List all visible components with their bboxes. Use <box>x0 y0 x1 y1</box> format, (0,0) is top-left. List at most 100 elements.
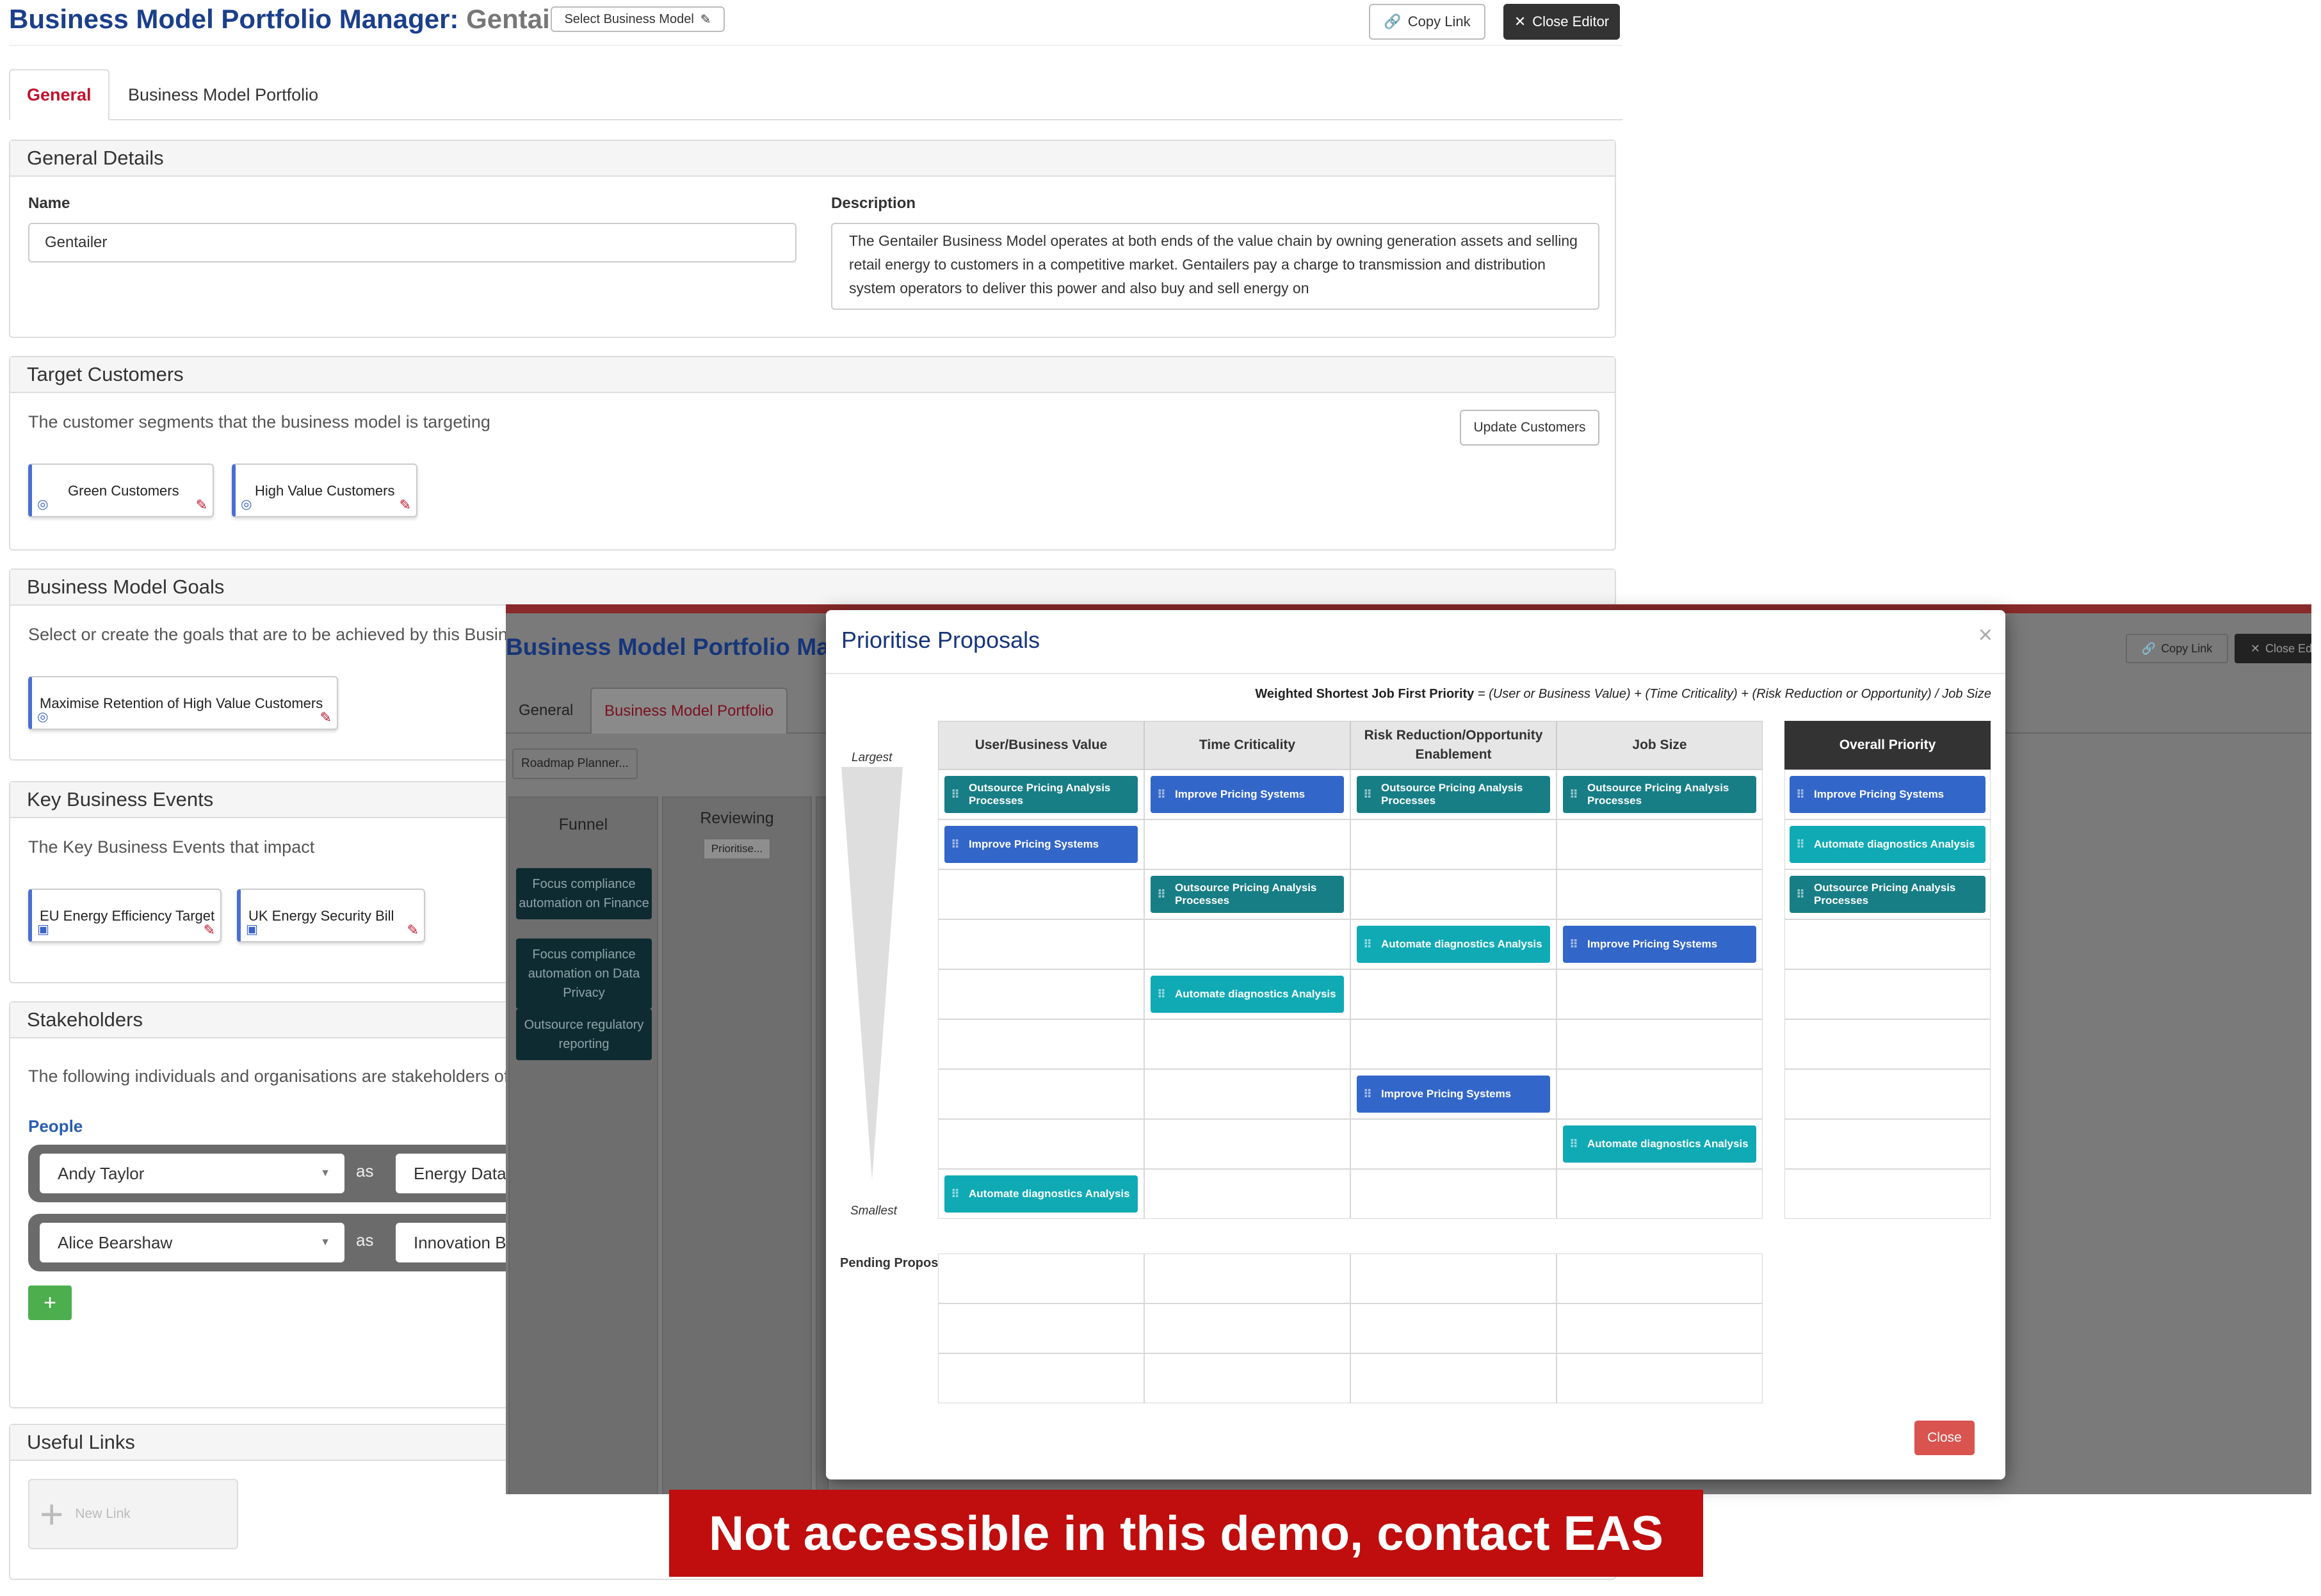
grid-cell[interactable] <box>1350 1119 1557 1169</box>
grid-cell[interactable] <box>1144 919 1350 969</box>
people-label: People <box>28 1116 83 1136</box>
grid-cell[interactable] <box>1144 1069 1350 1119</box>
proposal-card[interactable]: ⠿ Automate diagnostics Analysis <box>1790 826 1985 863</box>
pending-cell[interactable] <box>938 1253 1144 1303</box>
proposal-card[interactable]: ⠿ Outsource Pricing Analysis Processes <box>1151 876 1344 913</box>
drag-handle-icon[interactable]: ⠿ <box>1569 1138 1578 1150</box>
drag-handle-icon[interactable]: ⠿ <box>1796 788 1805 801</box>
grid-cell[interactable] <box>938 969 1144 1019</box>
grid-cell[interactable] <box>938 1019 1144 1069</box>
prioritise-button[interactable]: Prioritise... <box>704 839 770 859</box>
proposal-card[interactable]: ⠿ Outsource Pricing Analysis Processes <box>1357 776 1550 813</box>
new-link-button[interactable]: + New Link <box>28 1479 238 1549</box>
grid-cell[interactable] <box>1144 1119 1350 1169</box>
grid-cell[interactable] <box>938 1119 1144 1169</box>
grid-cell[interactable] <box>1350 969 1557 1019</box>
drag-handle-icon[interactable]: ⠿ <box>1157 988 1166 1001</box>
proposal-card[interactable]: ⠿ Improve Pricing Systems <box>1563 926 1756 963</box>
pending-cell[interactable] <box>938 1303 1144 1353</box>
edit-icon[interactable]: ✎ <box>400 497 411 513</box>
edit-icon[interactable]: ✎ <box>320 709 332 726</box>
goal-chip[interactable]: Maximise Retention of High Value Custome… <box>28 676 338 730</box>
proposal-card[interactable]: ⠿ Automate diagnostics Analysis <box>1151 976 1344 1013</box>
person-select[interactable]: Alice Bearshaw ▼ <box>40 1223 344 1262</box>
pending-cell[interactable] <box>1350 1353 1557 1403</box>
overlay-copy-link-button[interactable]: 🔗 Copy Link <box>2126 634 2228 663</box>
grid-cell[interactable] <box>938 1069 1144 1119</box>
drag-handle-icon[interactable]: ⠿ <box>1569 788 1578 801</box>
proposal-card[interactable]: ⠿ Automate diagnostics Analysis <box>1563 1125 1756 1163</box>
proposal-card[interactable]: ⠿ Improve Pricing Systems <box>1790 776 1985 813</box>
grid-cell[interactable] <box>1557 819 1763 869</box>
pending-cell[interactable] <box>1557 1353 1763 1403</box>
edit-icon[interactable]: ✎ <box>407 922 419 939</box>
drag-handle-icon[interactable]: ⠿ <box>951 838 960 851</box>
grid-cell[interactable] <box>1144 1019 1350 1069</box>
drag-handle-icon[interactable]: ⠿ <box>1157 788 1166 801</box>
pending-cell[interactable] <box>1144 1353 1350 1403</box>
customer-chip[interactable]: High Value Customers ◎ ✎ <box>232 463 417 517</box>
grid-cell[interactable] <box>1350 1169 1557 1219</box>
pending-cell[interactable] <box>1144 1253 1350 1303</box>
drag-handle-icon[interactable]: ⠿ <box>951 788 960 801</box>
grid-cell[interactable] <box>1557 969 1763 1019</box>
close-icon[interactable]: × <box>1978 622 1993 649</box>
proposal-card[interactable]: ⠿ Improve Pricing Systems <box>944 826 1138 863</box>
pending-cell[interactable] <box>1557 1303 1763 1353</box>
drag-handle-icon[interactable]: ⠿ <box>1363 1088 1372 1100</box>
event-chip[interactable]: EU Energy Efficiency Target ▣ ✎ <box>28 889 222 942</box>
drag-handle-icon[interactable]: ⠿ <box>1569 938 1578 951</box>
pending-cell[interactable] <box>1144 1303 1350 1353</box>
overlay-tab-business-model-portfolio[interactable]: Business Model Portfolio <box>590 688 788 734</box>
overlay-tab-general[interactable]: General <box>506 688 586 734</box>
pending-cell[interactable] <box>938 1353 1144 1403</box>
edit-icon[interactable]: ✎ <box>204 922 215 939</box>
person-select[interactable]: Andy Taylor ▼ <box>40 1154 344 1193</box>
drag-handle-icon[interactable]: ⠿ <box>1363 788 1372 801</box>
grid-cell[interactable] <box>1350 1019 1557 1069</box>
pending-cell[interactable] <box>1350 1303 1557 1353</box>
drag-handle-icon[interactable]: ⠿ <box>1796 888 1805 901</box>
grid-cell[interactable] <box>1350 869 1557 919</box>
grid-cell[interactable] <box>1350 819 1557 869</box>
grid-cell[interactable] <box>1144 819 1350 869</box>
edit-icon[interactable]: ✎ <box>196 497 207 513</box>
grid-cell[interactable] <box>1144 1169 1350 1219</box>
proposal-card[interactable]: ⠿ Outsource Pricing Analysis Processes <box>1790 876 1985 913</box>
proposal-card[interactable]: ⠿ Outsource Pricing Analysis Processes <box>944 776 1138 813</box>
grid-cell[interactable] <box>938 869 1144 919</box>
copy-link-button[interactable]: 🔗 Copy Link <box>1369 4 1485 40</box>
select-business-model-button[interactable]: Select Business Model ✎ <box>551 6 725 32</box>
grid-cell[interactable] <box>1557 1069 1763 1119</box>
drag-handle-icon[interactable]: ⠿ <box>1796 838 1805 851</box>
proposal-card[interactable]: ⠿ Automate diagnostics Analysis <box>944 1175 1138 1213</box>
grid-cell[interactable] <box>938 919 1144 969</box>
pending-cell[interactable] <box>1557 1253 1763 1303</box>
modal-close-button[interactable]: Close <box>1914 1421 1975 1455</box>
event-chip[interactable]: UK Energy Security Bill ▣ ✎ <box>237 889 425 942</box>
proposal-card[interactable]: ⠿ Outsource Pricing Analysis Processes <box>1563 776 1756 813</box>
overlay-close-editor-button[interactable]: ✕ Close Edi <box>2235 634 2311 663</box>
roadmap-planner-button[interactable]: Roadmap Planner... <box>512 748 638 779</box>
grid-cell[interactable] <box>1557 869 1763 919</box>
add-stakeholder-button[interactable]: + <box>28 1286 72 1320</box>
proposal-card[interactable]: Focus compliance automation on Data Priv… <box>516 939 652 1009</box>
proposal-card[interactable]: Outsource regulatory reporting <box>516 1009 652 1060</box>
update-customers-button[interactable]: Update Customers <box>1460 410 1599 446</box>
drag-handle-icon[interactable]: ⠿ <box>951 1188 960 1200</box>
drag-handle-icon[interactable]: ⠿ <box>1157 888 1166 901</box>
name-input[interactable]: Gentailer <box>28 223 797 262</box>
customer-chip[interactable]: Green Customers ◎ ✎ <box>28 463 214 517</box>
pending-cell[interactable] <box>1350 1253 1557 1303</box>
proposal-card[interactable]: ⠿ Improve Pricing Systems <box>1357 1076 1550 1113</box>
tab-general[interactable]: General <box>9 69 109 120</box>
description-textarea[interactable]: The Gentailer Business Model operates at… <box>831 223 1599 310</box>
tab-business-model-portfolio[interactable]: Business Model Portfolio <box>111 69 335 120</box>
drag-handle-icon[interactable]: ⠿ <box>1363 938 1372 951</box>
proposal-card[interactable]: ⠿ Improve Pricing Systems <box>1151 776 1344 813</box>
proposal-card[interactable]: ⠿ Automate diagnostics Analysis <box>1357 926 1550 963</box>
proposal-card[interactable]: Focus compliance automation on Finance <box>516 868 652 919</box>
grid-cell[interactable] <box>1557 1019 1763 1069</box>
close-editor-button[interactable]: ✕ Close Editor <box>1503 4 1620 40</box>
grid-cell[interactable] <box>1557 1169 1763 1219</box>
